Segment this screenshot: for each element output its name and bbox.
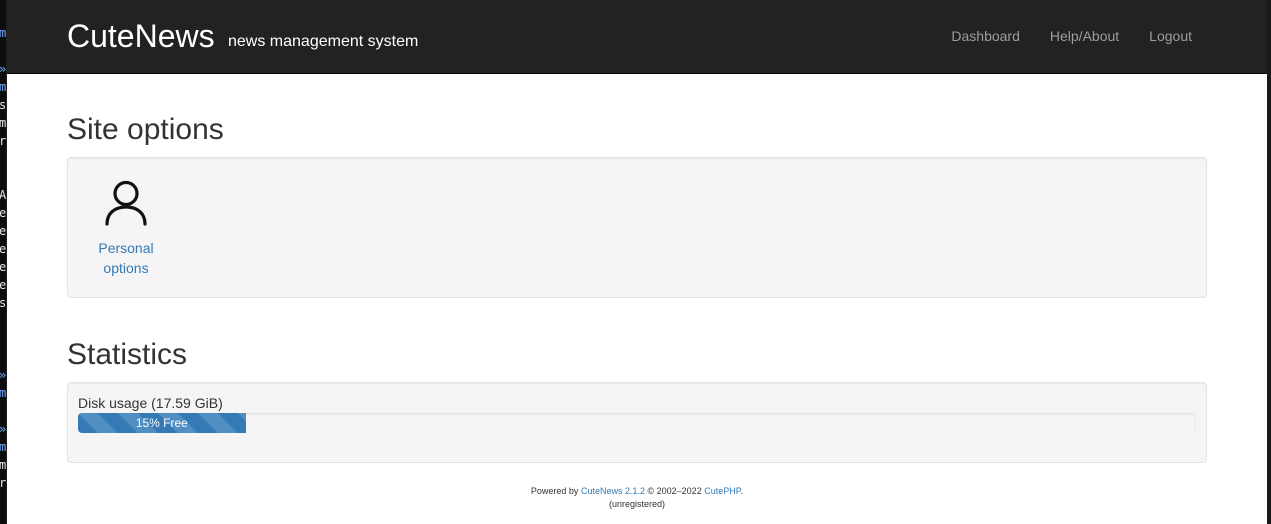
background-terminal: m » m s m r A e e e e e s » m » m m r <box>0 0 6 524</box>
disk-free-progress-bar: 15% Free <box>78 413 246 433</box>
personal-options-label: Personal options <box>90 238 162 278</box>
site-options-panel: Personal options <box>67 157 1207 298</box>
footer-copyright: © 2002–2022 <box>647 486 702 496</box>
nav-menu: Dashboard Help/About Logout <box>921 27 1192 45</box>
disk-usage-progress: 15% Free <box>78 413 1196 433</box>
footer-credits: Powered by CuteNews 2.1.2 © 2002–2022 Cu… <box>67 485 1207 498</box>
terminal-char: m <box>0 458 6 472</box>
page-footer: Powered by CuteNews 2.1.2 © 2002–2022 Cu… <box>67 485 1207 511</box>
terminal-char: r <box>0 476 6 490</box>
terminal-char: m <box>0 440 6 454</box>
terminal-char: » <box>0 420 6 438</box>
terminal-char: » <box>0 60 6 78</box>
window-edge <box>1267 0 1271 524</box>
terminal-char: » <box>0 366 6 384</box>
site-options-heading: Site options <box>67 113 224 146</box>
terminal-char: e <box>0 206 6 220</box>
terminal-char: s <box>0 98 6 112</box>
nav-help-about-link[interactable]: Help/About <box>1050 27 1119 45</box>
terminal-char: m <box>0 26 6 40</box>
terminal-char: s <box>0 296 6 310</box>
footer-cutephp-link[interactable]: CutePHP <box>704 486 740 496</box>
terminal-char: m <box>0 386 6 400</box>
brand-logo-link[interactable]: CuteNews <box>67 17 215 55</box>
terminal-char: e <box>0 278 6 292</box>
statistics-panel: Disk usage (17.59 GiB) 15% Free <box>67 382 1207 463</box>
footer-period: . <box>740 486 744 496</box>
nav-dashboard-link[interactable]: Dashboard <box>951 27 1020 45</box>
terminal-char: e <box>0 242 6 256</box>
footer-cutenews-link[interactable]: CuteNews 2.1.2 <box>581 486 645 496</box>
footer-registration: (unregistered) <box>608 499 666 509</box>
top-navbar: CuteNews news management system Dashboar… <box>7 0 1267 74</box>
footer-powered-by: Powered by <box>530 486 579 496</box>
cutenews-page: CuteNews news management system Dashboar… <box>7 0 1267 524</box>
terminal-char: m <box>0 80 6 94</box>
nav-logout-link[interactable]: Logout <box>1149 27 1192 45</box>
personal-options-label-line2: options <box>103 260 149 276</box>
user-icon <box>105 180 147 226</box>
terminal-char: r <box>0 134 6 148</box>
statistics-heading: Statistics <box>67 338 188 371</box>
terminal-char: m <box>0 116 6 130</box>
terminal-char: A <box>0 188 6 202</box>
terminal-char: e <box>0 260 6 274</box>
personal-options-label-line1: Personal <box>98 240 154 256</box>
disk-usage-label: Disk usage (17.59 GiB) <box>78 395 223 411</box>
terminal-char: e <box>0 224 6 238</box>
brand-tagline: news management system <box>228 33 419 50</box>
personal-options-link[interactable]: Personal options <box>90 180 162 278</box>
